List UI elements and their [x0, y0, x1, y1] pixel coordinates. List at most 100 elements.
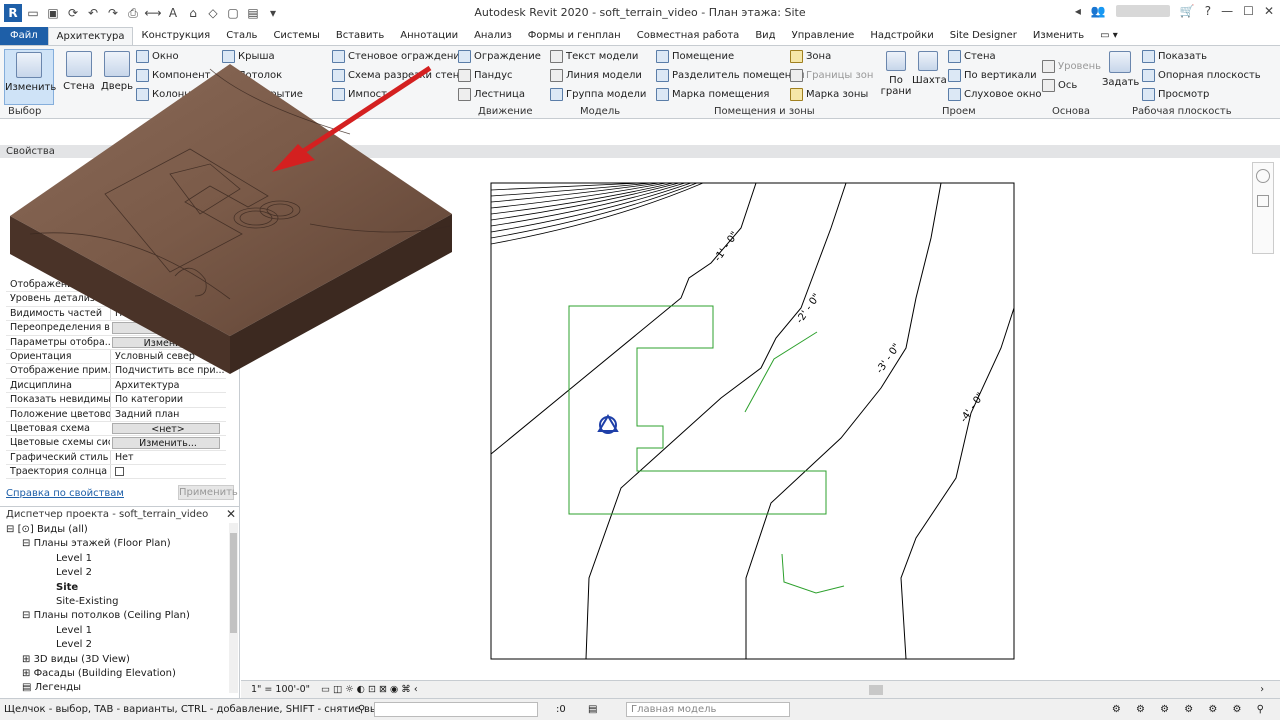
tree-node[interactable]: ⊞ Фасады (Building Elevation) — [0, 667, 228, 681]
area-boundary-button[interactable]: Границы зон — [790, 69, 873, 82]
filter-icon[interactable]: ⚲ — [358, 699, 365, 720]
tab-massing-site[interactable]: Формы и генплан — [520, 27, 629, 45]
window-button[interactable]: Окно — [136, 50, 179, 63]
design-options-icon[interactable]: ▤ — [588, 699, 597, 720]
level-button[interactable]: Уровень — [1042, 60, 1101, 73]
grid-button[interactable]: Ось — [1042, 79, 1077, 92]
room-button[interactable]: Помещение — [656, 50, 734, 63]
tree-node[interactable]: Level 2 — [0, 638, 228, 652]
view-scale[interactable]: 1" = 100'-0" — [251, 684, 310, 695]
apply-button[interactable]: Применить — [178, 485, 238, 500]
shaft-button[interactable]: Шахта — [912, 49, 947, 86]
tree-node[interactable]: Level 1 — [0, 624, 228, 638]
viewer-button[interactable]: Просмотр — [1142, 88, 1209, 101]
scroll-right-icon[interactable]: › — [1260, 681, 1264, 699]
property-row[interactable]: Цветовая схема <нет> — [6, 422, 226, 437]
property-row[interactable]: Траектория солнца — [6, 465, 226, 480]
tab-addins[interactable]: Надстройки — [862, 27, 941, 45]
tab-modify[interactable]: Изменить — [1025, 27, 1092, 45]
tab-site-designer[interactable]: Site Designer — [942, 27, 1025, 45]
tab-manage[interactable]: Управление — [784, 27, 863, 45]
detail-level-icon[interactable]: ▭ — [321, 684, 330, 695]
property-row[interactable]: Положение цветово... Задний план — [6, 407, 226, 422]
model-line-button[interactable]: Линия модели — [550, 69, 642, 82]
workset-dropdown[interactable] — [374, 702, 538, 717]
room-tag-button[interactable]: Марка помещения — [656, 88, 769, 101]
property-value[interactable]: По категории — [110, 393, 226, 407]
property-row[interactable]: Показать невидимы... По категории — [6, 393, 226, 408]
show-crop-icon[interactable]: ⊠ — [379, 684, 387, 695]
tab-analyze[interactable]: Анализ — [466, 27, 520, 45]
properties-help-link[interactable]: Справка по свойствам — [6, 488, 124, 499]
tree-node[interactable]: ⊟ [⊙] Виды (all) — [0, 523, 228, 537]
property-row[interactable]: Цветовые схемы сис...Изменить... — [6, 436, 226, 451]
show-workplane-button[interactable]: Показать — [1142, 50, 1207, 63]
dormer-button[interactable]: Слуховое окно — [948, 88, 1042, 101]
tree-node[interactable]: ▤ Легенды — [0, 681, 228, 695]
user-icon[interactable]: 👥 — [1091, 4, 1106, 18]
room-separator-button[interactable]: Разделитель помещений — [656, 69, 804, 82]
reveal-hidden-icon[interactable]: ⌘ — [401, 684, 411, 695]
railing-button[interactable]: Ограждение — [458, 50, 541, 63]
property-row[interactable]: Графический стиль ... Нет — [6, 450, 226, 466]
tab-file[interactable]: Файл — [0, 27, 48, 45]
ribbon-toggle[interactable]: ▭ ▾ — [1092, 27, 1126, 45]
property-value[interactable]: Архитектура — [110, 378, 226, 393]
tree-node[interactable]: Site-Existing — [0, 595, 228, 609]
tree-node[interactable]: ⊟ Планы этажей (Floor Plan) — [0, 537, 228, 551]
set-workplane-button[interactable]: Задать — [1102, 49, 1139, 88]
visual-style-icon[interactable]: ◫ — [333, 684, 342, 695]
navigation-bar[interactable] — [1252, 162, 1274, 254]
curtain-system-button[interactable]: Стеновое ограждение — [332, 50, 466, 63]
maximize-icon[interactable]: ☐ — [1243, 4, 1254, 18]
roof-button[interactable]: Крыша — [222, 50, 275, 63]
opening-wall-button[interactable]: Стена — [948, 50, 996, 63]
zoom-icon[interactable] — [1257, 195, 1269, 207]
tree-node[interactable]: ⊟ Планы потолков (Ceiling Plan) — [0, 609, 228, 623]
tree-node[interactable]: ⊞ 3D виды (3D View) — [0, 653, 228, 667]
help-icon[interactable]: ? — [1205, 4, 1211, 18]
scroll-left-icon[interactable]: ‹ — [414, 684, 418, 695]
opening-vertical-button[interactable]: По вертикали — [948, 69, 1037, 82]
tab-steel[interactable]: Сталь — [218, 27, 265, 45]
ref-plane-button[interactable]: Опорная плоскость — [1142, 69, 1261, 82]
browser-scrollbar[interactable] — [229, 523, 238, 693]
minimize-icon[interactable]: — — [1221, 4, 1233, 18]
area-button[interactable]: Зона — [790, 50, 831, 63]
tree-node[interactable]: Level 2 — [0, 566, 228, 580]
ramp-button[interactable]: Пандус — [458, 69, 513, 82]
tab-annotate[interactable]: Аннотации — [392, 27, 466, 45]
sun-path-checkbox[interactable] — [110, 465, 226, 479]
temp-hide-icon[interactable]: ◉ — [390, 684, 398, 695]
property-row[interactable]: Дисциплина Архитектура — [6, 378, 226, 394]
property-value[interactable]: Нет — [110, 450, 226, 465]
h-scroll-thumb[interactable] — [869, 685, 883, 695]
tree-node-active[interactable]: Site — [0, 581, 228, 595]
scroll-thumb[interactable] — [230, 533, 237, 633]
selection-tools[interactable]: ⚙ ⚙ ⚙ ⚙ ⚙ ⚙ ⚲ — [1112, 699, 1270, 720]
close-icon[interactable]: ✕ — [226, 507, 236, 522]
stair-button[interactable]: Лестница — [458, 88, 525, 101]
crop-view-icon[interactable]: ⊡ — [368, 684, 376, 695]
close-icon[interactable]: ✕ — [1264, 4, 1274, 18]
steering-wheel-icon[interactable] — [1256, 169, 1270, 183]
tab-insert[interactable]: Вставить — [328, 27, 392, 45]
property-edit-button[interactable]: Изменить... — [112, 437, 220, 449]
sun-path-icon[interactable]: ☼ — [345, 684, 354, 695]
by-face-button[interactable]: По грани — [880, 49, 912, 97]
tab-view[interactable]: Вид — [747, 27, 783, 45]
shadows-icon[interactable]: ◐ — [357, 684, 365, 695]
property-edit-button[interactable]: <нет> — [112, 422, 220, 435]
user-name[interactable] — [1115, 5, 1170, 17]
model-text-button[interactable]: Текст модели — [550, 50, 638, 63]
tree-node[interactable]: Level 1 — [0, 552, 228, 566]
tab-structure[interactable]: Конструкция — [133, 27, 218, 45]
property-value[interactable]: Задний план — [110, 407, 226, 421]
search-icon[interactable]: ◂ — [1075, 4, 1081, 18]
survey-point-icon[interactable] — [597, 414, 619, 434]
tab-systems[interactable]: Системы — [265, 27, 327, 45]
tab-collaborate[interactable]: Совместная работа — [629, 27, 748, 45]
area-tag-button[interactable]: Марка зоны — [790, 88, 868, 101]
building-pad[interactable] — [568, 305, 845, 594]
model-dropdown[interactable]: Главная модель — [626, 702, 790, 717]
